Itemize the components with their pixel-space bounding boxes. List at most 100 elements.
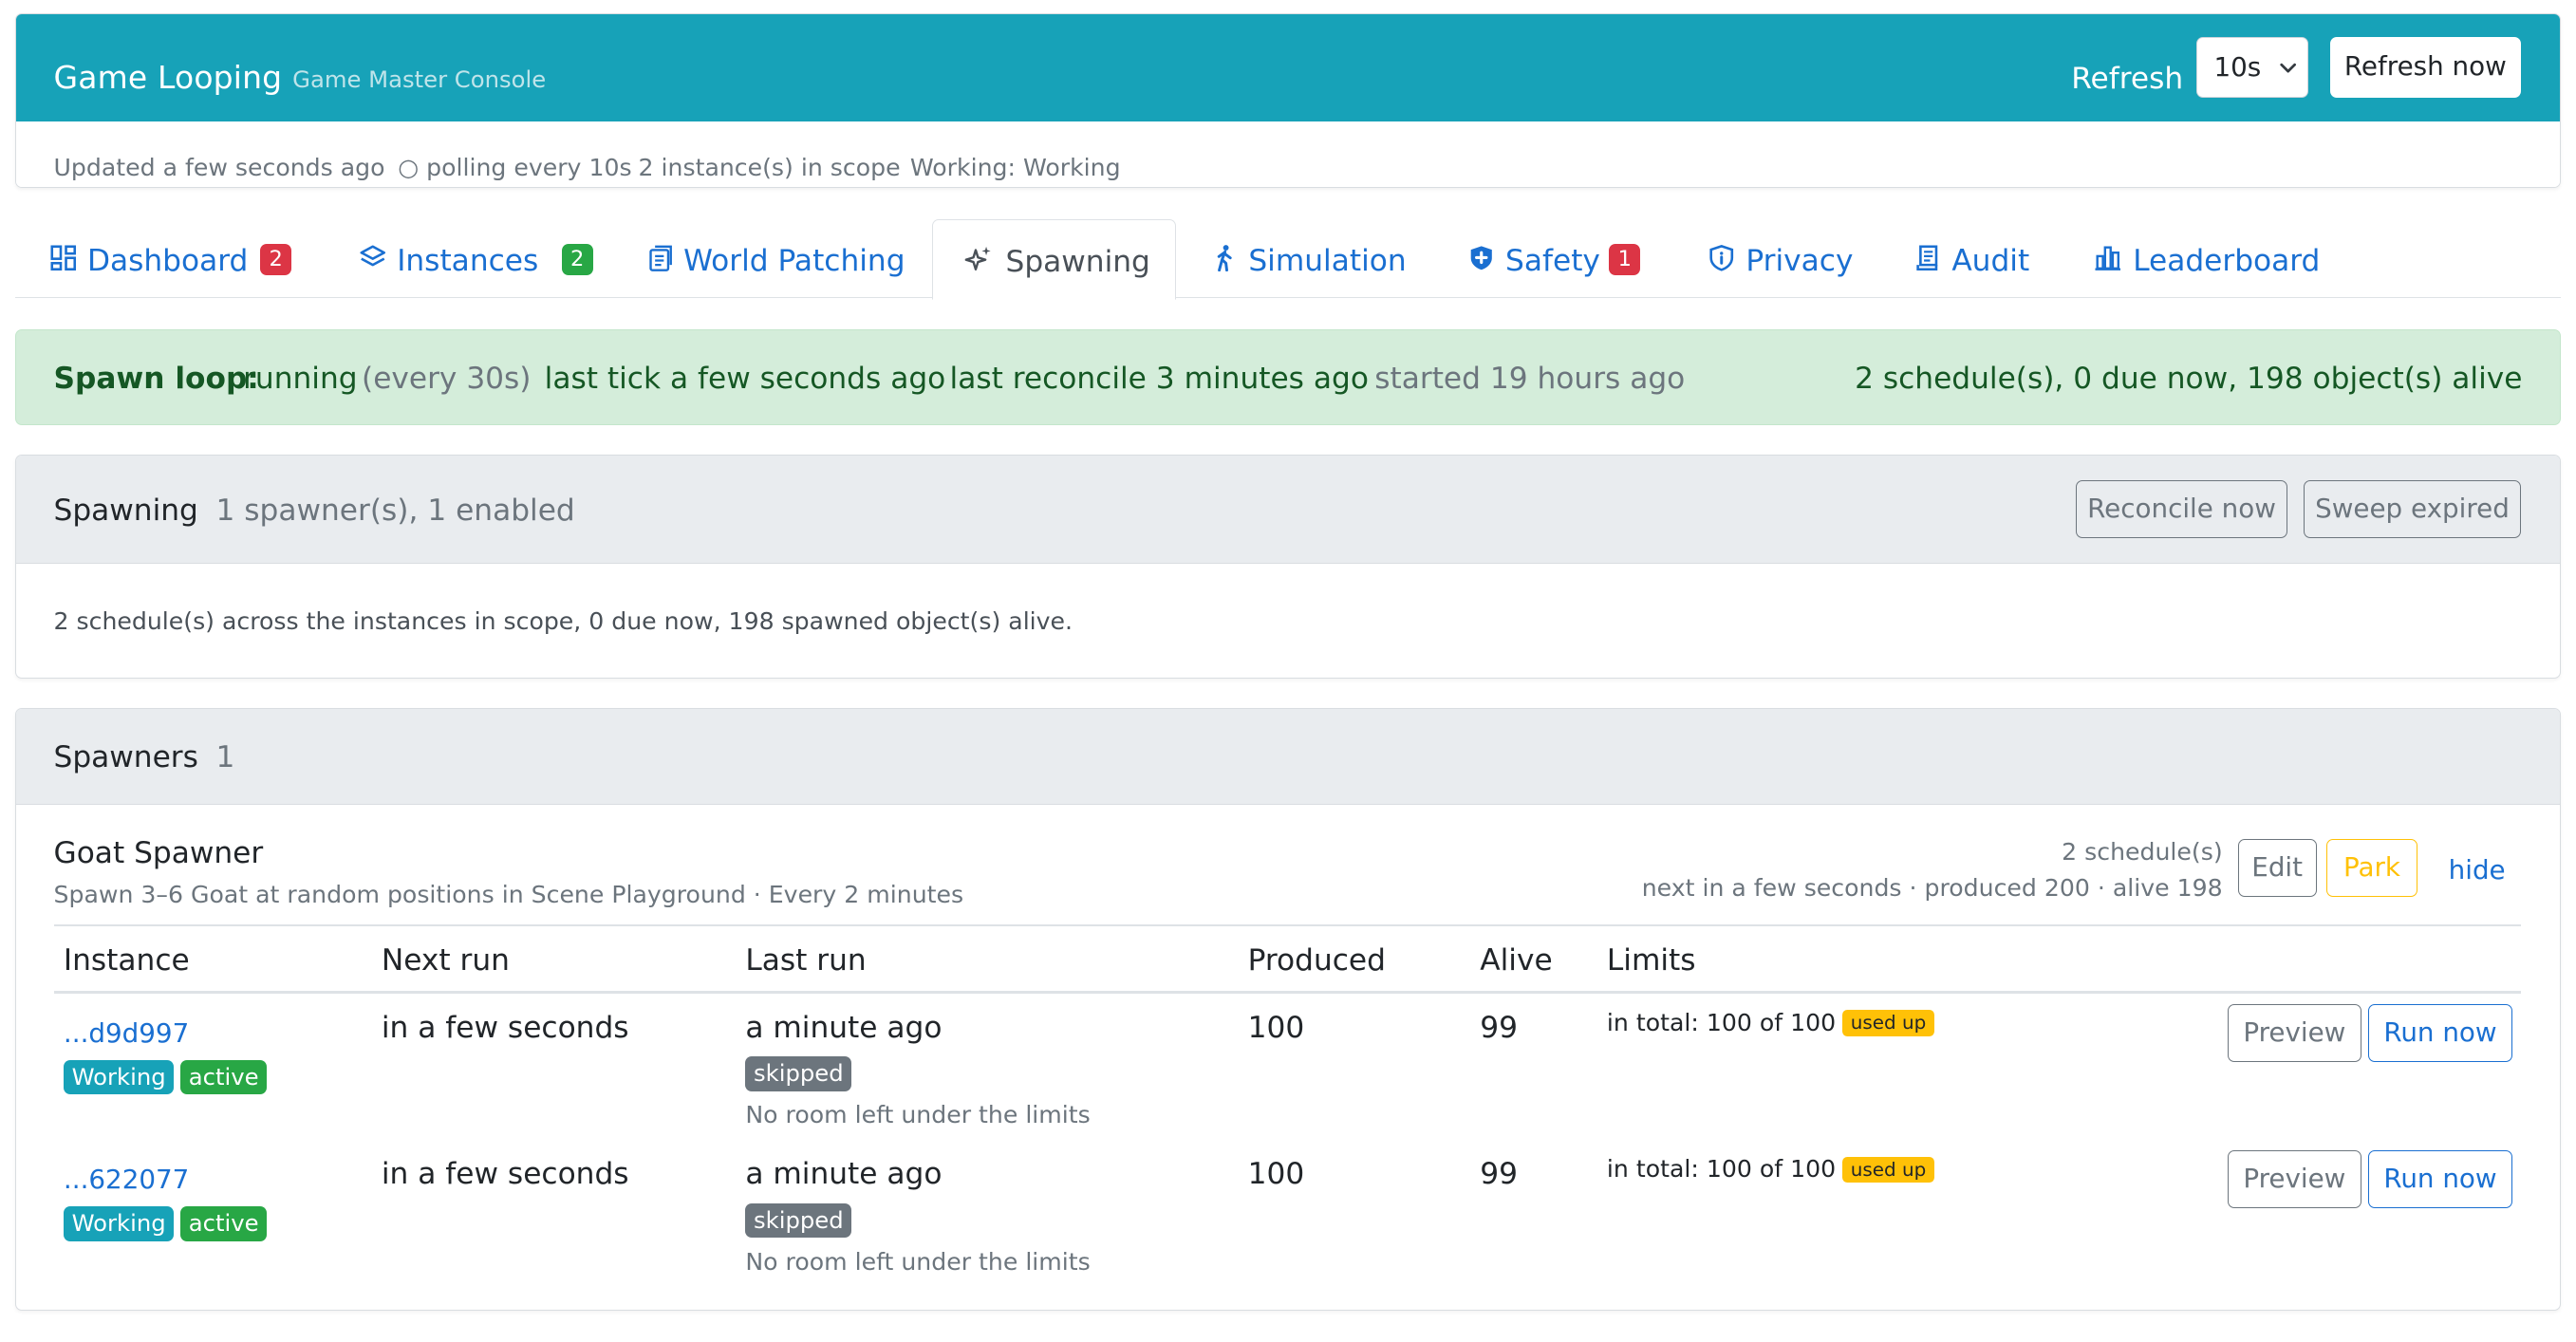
tab-label: Simulation bbox=[1248, 243, 1407, 278]
tab-label: Safety bbox=[1505, 243, 1600, 278]
column-limits: Limits bbox=[1606, 942, 1696, 978]
table-top-divider bbox=[53, 924, 2521, 927]
spawning-title: Spawning bbox=[53, 493, 198, 528]
instance-link[interactable]: ...d9d997 bbox=[64, 1017, 189, 1049]
spawn-loop-interval: (every 30s) bbox=[362, 362, 532, 397]
last-run: a minute ago bbox=[745, 1157, 943, 1192]
tab-world-patching[interactable]: World Patching bbox=[613, 219, 926, 298]
spawning-subtitle: 1 spawner(s), 1 enabled bbox=[215, 493, 575, 528]
refresh-label: Refresh bbox=[2071, 62, 2184, 97]
status-polling: ○ polling every 10s bbox=[398, 154, 632, 182]
shield-info-icon bbox=[1709, 244, 1734, 271]
spawners-card-title: Spawners 1 bbox=[54, 740, 235, 774]
spawn-loop-last-reconcile: last reconcile 3 minutes ago bbox=[949, 362, 1369, 397]
alive-count: 99 bbox=[1480, 1010, 1519, 1045]
tab-leaderboard[interactable]: Leaderboard bbox=[2065, 219, 2345, 298]
tab-label: Dashboard bbox=[86, 243, 249, 278]
tab-count-badge: 2 bbox=[561, 243, 593, 275]
journal-icon bbox=[1916, 245, 1938, 270]
hide-link[interactable]: hide bbox=[2449, 854, 2506, 885]
status-updated: Updated a few seconds ago bbox=[53, 154, 385, 182]
alive-count: 99 bbox=[1480, 1157, 1519, 1192]
tab-instances[interactable]: Instances 2 bbox=[327, 219, 607, 298]
limit-text: in total: 100 of 100 used up bbox=[1606, 1155, 1934, 1184]
tab-label: Audit bbox=[1951, 243, 2030, 278]
spawn-loop-label: Spawn loop: bbox=[53, 362, 259, 397]
walking-person-icon bbox=[1218, 244, 1233, 271]
refresh-interval-select[interactable]: 10s bbox=[2196, 37, 2309, 99]
result-badge: skipped bbox=[745, 1056, 852, 1091]
spawner-goat: Goat Spawner Spawn 3–6 Goat at random po… bbox=[16, 805, 2561, 1310]
tab-label: Leaderboard bbox=[2133, 243, 2321, 278]
column-alive: Alive bbox=[1480, 942, 1553, 978]
preview-button[interactable]: Preview bbox=[2228, 1150, 2361, 1208]
column-next-run: Next run bbox=[381, 942, 510, 978]
chevron-down-icon bbox=[2280, 63, 2296, 73]
spawner-next-info: next in a few seconds · produced 200 · a… bbox=[1641, 873, 2223, 902]
limit-value: in total: 100 of 100 bbox=[1606, 1008, 1837, 1036]
spawners-card: Spawners 1 Goat Spawner Spawn 3–6 Goat a… bbox=[14, 708, 2562, 1312]
tab-privacy[interactable]: Privacy bbox=[1678, 219, 1893, 298]
last-run-note: No room left under the limits bbox=[745, 1101, 1091, 1129]
refresh-interval-value: 10s bbox=[2213, 51, 2262, 84]
tab-count-badge: 1 bbox=[1609, 243, 1641, 275]
next-run: in a few seconds bbox=[381, 1157, 629, 1192]
header-card: Game Looping Game Master Console Refresh… bbox=[14, 12, 2562, 188]
spawner-schedules: 2 schedule(s) bbox=[2062, 837, 2223, 866]
bar-chart-icon bbox=[2095, 246, 2120, 270]
used-up-badge: used up bbox=[1842, 1010, 1934, 1036]
layers-icon bbox=[360, 245, 386, 267]
spawners-count: 1 bbox=[215, 740, 235, 775]
sweep-expired-button[interactable]: Sweep expired bbox=[2303, 479, 2521, 538]
tab-count-badge: 2 bbox=[260, 243, 292, 275]
status-badge: active bbox=[180, 1059, 268, 1095]
refresh-now-button[interactable]: Refresh now bbox=[2329, 37, 2521, 99]
state-badge: Working bbox=[63, 1206, 175, 1241]
limit-value: in total: 100 of 100 bbox=[1606, 1155, 1837, 1184]
run-now-button[interactable]: Run now bbox=[2367, 1003, 2513, 1062]
spawn-loop-summary: 2 schedule(s), 0 due now, 198 object(s) … bbox=[1855, 362, 2523, 397]
top-bar: Game Looping Game Master Console Refresh… bbox=[15, 13, 2561, 121]
tab-label: Spawning bbox=[1005, 244, 1150, 279]
column-instance: Instance bbox=[63, 942, 190, 978]
tab-dashboard[interactable]: Dashboard 2 bbox=[15, 219, 320, 298]
run-now-button[interactable]: Run now bbox=[2367, 1150, 2513, 1208]
app-title: Game Looping bbox=[53, 58, 283, 96]
spawn-loop-banner: Spawn loop: running (every 30s) last tic… bbox=[14, 329, 2562, 425]
produced-count: 100 bbox=[1247, 1157, 1305, 1192]
table-header-divider bbox=[53, 990, 2521, 995]
spawn-loop-state: running bbox=[243, 362, 358, 397]
result-badge: skipped bbox=[745, 1202, 852, 1239]
tab-audit[interactable]: Audit bbox=[1884, 219, 2065, 298]
dashboard-icon bbox=[50, 245, 77, 270]
tab-bar: Dashboard 2 Instances 2 World Patching S… bbox=[14, 218, 2562, 300]
app-subtitle: Game Master Console bbox=[292, 65, 547, 93]
tab-label: World Patching bbox=[683, 243, 905, 278]
tab-simulation[interactable]: Simulation bbox=[1185, 219, 1431, 298]
tab-safety[interactable]: Safety 1 bbox=[1440, 219, 1662, 298]
state-badge: Working bbox=[63, 1059, 175, 1095]
status-badge: active bbox=[180, 1206, 268, 1241]
limit-text: in total: 100 of 100 used up bbox=[1607, 1009, 1934, 1036]
preview-button[interactable]: Preview bbox=[2228, 1003, 2361, 1062]
column-last-run: Last run bbox=[745, 942, 867, 978]
used-up-badge: used up bbox=[1842, 1156, 1934, 1184]
spawning-card-title: Spawning 1 spawner(s), 1 enabled bbox=[54, 494, 575, 528]
tab-spawning[interactable]: Spawning bbox=[932, 218, 1176, 300]
status-working: Working: Working bbox=[909, 154, 1121, 182]
reconcile-now-button[interactable]: Reconcile now bbox=[2076, 479, 2287, 538]
last-run-note: No room left under the limits bbox=[745, 1247, 1091, 1276]
column-produced: Produced bbox=[1247, 942, 1386, 978]
sparkles-icon bbox=[964, 246, 991, 270]
next-run: in a few seconds bbox=[381, 1010, 629, 1045]
park-button[interactable]: Park bbox=[2326, 839, 2417, 897]
spawner-description: Spawn 3–6 Goat at random positions in Sc… bbox=[53, 880, 964, 908]
spawner-name: Goat Spawner bbox=[53, 835, 264, 870]
document-icon bbox=[649, 245, 673, 271]
edit-button[interactable]: Edit bbox=[2237, 839, 2317, 897]
tab-label: Instances bbox=[397, 243, 539, 278]
spawn-loop-last-tick: last tick a few seconds ago bbox=[544, 362, 946, 397]
instance-link[interactable]: ...622077 bbox=[64, 1164, 189, 1195]
status-scope: 2 instance(s) in scope bbox=[638, 154, 901, 182]
tab-label: Privacy bbox=[1745, 243, 1854, 278]
